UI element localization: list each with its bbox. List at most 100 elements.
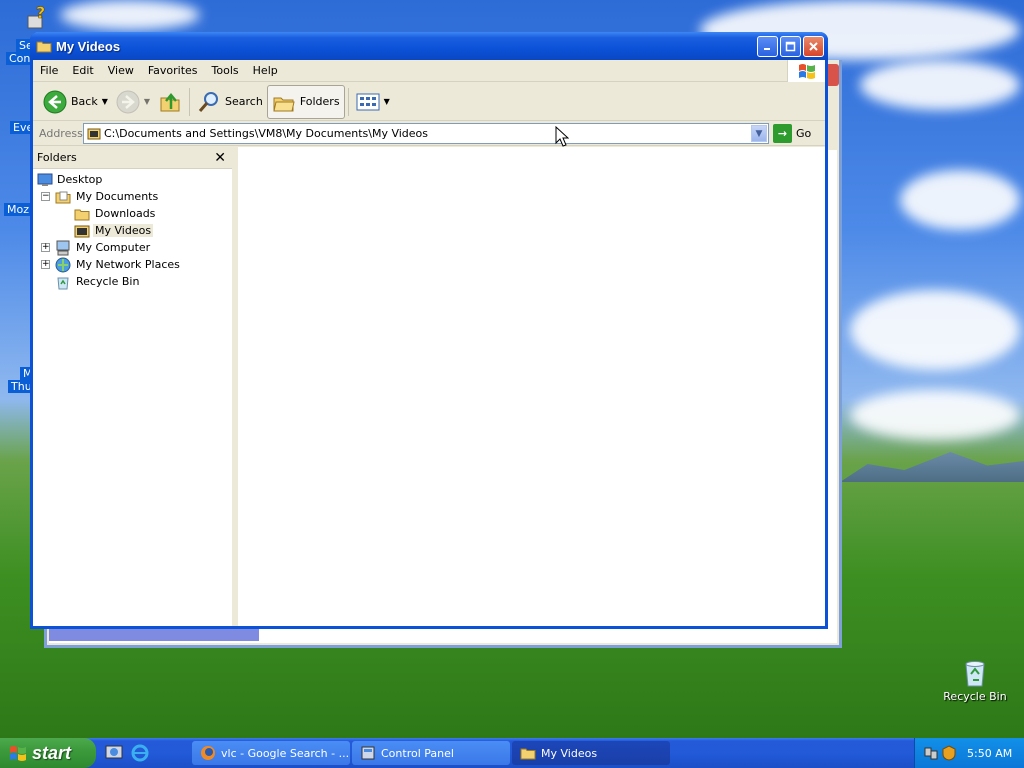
recycle-bin-icon bbox=[965, 661, 985, 687]
address-bar: Address ▼ → Go bbox=[33, 122, 825, 146]
explorer-window[interactable]: My Videos File Edit View Favorites Tools… bbox=[30, 32, 828, 629]
menu-edit[interactable]: Edit bbox=[65, 60, 100, 82]
address-label: Address bbox=[39, 127, 83, 140]
expand-icon[interactable]: + bbox=[41, 243, 50, 252]
start-label: start bbox=[32, 742, 72, 763]
back-button[interactable]: Back ▼ bbox=[39, 85, 112, 119]
tree-item-my-documents[interactable]: − My Documents bbox=[33, 188, 232, 205]
views-button[interactable]: ▼ bbox=[352, 85, 394, 119]
windows-flag-icon bbox=[798, 64, 815, 79]
mountains bbox=[840, 452, 1024, 482]
folders-pane-title: Folders bbox=[37, 151, 77, 164]
desktop-recycle-bin[interactable]: Recycle Bin bbox=[940, 656, 1010, 703]
folder-icon bbox=[520, 748, 536, 760]
taskbar: start vlc - Google Search - ... Control … bbox=[0, 738, 1024, 768]
tree-item-my-computer[interactable]: + My Computer bbox=[33, 239, 232, 256]
address-input[interactable] bbox=[104, 127, 744, 140]
folder-icon bbox=[74, 209, 90, 220]
folders-pane-header: Folders ✕ bbox=[33, 147, 232, 169]
system-tray: 5:50 AM bbox=[914, 738, 1024, 768]
tree-item-label: My Network Places bbox=[76, 258, 180, 271]
taskbar-item-label: vlc - Google Search - ... bbox=[221, 746, 350, 760]
menu-file[interactable]: File bbox=[33, 60, 65, 82]
control-panel-icon bbox=[361, 746, 375, 760]
tree-item-recycle-bin[interactable]: Recycle Bin bbox=[33, 273, 232, 290]
forward-button[interactable]: ▼ bbox=[112, 85, 154, 119]
toolbar-separator bbox=[189, 87, 191, 116]
chevron-down-icon[interactable]: ▼ bbox=[102, 97, 108, 106]
close-icon[interactable]: ✕ bbox=[212, 151, 228, 165]
tree-item-downloads[interactable]: Downloads bbox=[33, 205, 232, 222]
close-button[interactable] bbox=[803, 36, 824, 57]
menu-help[interactable]: Help bbox=[246, 60, 285, 82]
show-desktop-icon[interactable] bbox=[104, 743, 124, 763]
tree-item-label: My Videos bbox=[93, 224, 154, 237]
desktop-icon bbox=[37, 173, 53, 186]
go-arrow-icon: → bbox=[773, 124, 792, 143]
tree-item-label: Recycle Bin bbox=[76, 275, 140, 288]
taskbar-item-my-videos[interactable]: My Videos bbox=[512, 741, 670, 765]
network-tray-icon[interactable] bbox=[923, 745, 939, 761]
collapse-icon[interactable]: − bbox=[41, 192, 50, 201]
address-field[interactable]: ▼ bbox=[83, 123, 769, 144]
toolbar-separator bbox=[347, 87, 349, 116]
security-shield-icon[interactable] bbox=[941, 745, 957, 761]
mouse-cursor-icon bbox=[555, 126, 569, 147]
computer-icon bbox=[56, 240, 70, 255]
start-button[interactable]: start bbox=[0, 738, 96, 768]
taskbar-item-firefox[interactable]: vlc - Google Search - ... bbox=[192, 741, 350, 765]
network-icon bbox=[55, 257, 71, 272]
cloud bbox=[850, 290, 1020, 370]
maximize-button[interactable] bbox=[780, 36, 801, 57]
maximize-icon bbox=[785, 41, 796, 52]
folders-button[interactable]: Folders bbox=[266, 84, 345, 119]
tree-item-desktop[interactable]: Desktop bbox=[33, 171, 232, 188]
menu-view[interactable]: View bbox=[101, 60, 141, 82]
folder-icon bbox=[36, 41, 52, 53]
quick-launch bbox=[104, 743, 150, 763]
search-icon bbox=[198, 91, 219, 112]
chevron-down-icon: ▼ bbox=[755, 128, 763, 139]
taskbar-item-control-panel[interactable]: Control Panel bbox=[352, 741, 510, 765]
chevron-down-icon[interactable]: ▼ bbox=[384, 97, 390, 106]
close-icon bbox=[809, 42, 818, 51]
tree-item-label: Desktop bbox=[57, 173, 103, 186]
minimize-button[interactable] bbox=[757, 36, 778, 57]
cloud bbox=[860, 60, 1020, 110]
windows-flag-icon bbox=[10, 746, 26, 761]
taskbar-item-label: My Videos bbox=[541, 746, 598, 760]
help-icon[interactable]: ? bbox=[26, 4, 52, 32]
folder-content-pane[interactable] bbox=[238, 147, 825, 626]
address-dropdown-button[interactable]: ▼ bbox=[751, 125, 767, 142]
firefox-icon bbox=[201, 746, 215, 760]
documents-folder-icon bbox=[55, 191, 71, 203]
folders-label: Folders bbox=[299, 95, 340, 108]
minimize-icon bbox=[764, 48, 770, 50]
up-folder-button[interactable] bbox=[154, 85, 186, 119]
search-button[interactable]: Search bbox=[193, 85, 267, 119]
internet-explorer-icon[interactable] bbox=[130, 743, 150, 763]
cloud bbox=[850, 390, 1020, 440]
back-label: Back bbox=[71, 95, 98, 108]
toolbar: Back ▼ ▼ Search Folders ▼ bbox=[33, 83, 825, 121]
forward-arrow-icon bbox=[116, 90, 140, 113]
back-arrow-icon bbox=[43, 90, 67, 113]
menu-favorites[interactable]: Favorites bbox=[141, 60, 205, 82]
taskbar-item-label: Control Panel bbox=[381, 746, 454, 760]
menu-tools[interactable]: Tools bbox=[205, 60, 246, 82]
tree-item-label: Downloads bbox=[95, 207, 156, 220]
windows-logo bbox=[787, 60, 825, 82]
clock[interactable]: 5:50 AM bbox=[967, 747, 1012, 760]
window-titlebar[interactable]: My Videos bbox=[30, 32, 828, 60]
recycle-bin-icon bbox=[57, 277, 69, 289]
views-icon bbox=[356, 93, 380, 110]
video-folder-icon bbox=[87, 128, 101, 139]
tree-item-my-network-places[interactable]: + My Network Places bbox=[33, 256, 232, 273]
expand-icon[interactable]: + bbox=[41, 260, 50, 269]
folder-tree: Desktop − My Documents Downloads My Vide… bbox=[33, 169, 232, 290]
video-folder-icon bbox=[74, 225, 90, 237]
chevron-down-icon[interactable]: ▼ bbox=[144, 97, 150, 106]
go-button[interactable]: → Go bbox=[773, 124, 811, 143]
tree-item-my-videos[interactable]: My Videos bbox=[33, 222, 232, 239]
tree-item-label: My Documents bbox=[76, 190, 159, 203]
